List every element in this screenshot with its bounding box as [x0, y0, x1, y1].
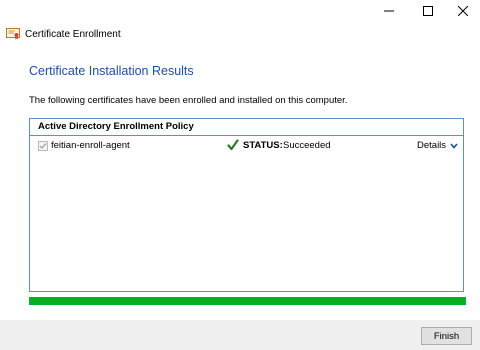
certificate-icon [6, 28, 20, 40]
certificate-row: feitian-enroll-agent STATUS: Succeeded D… [30, 136, 463, 156]
status-value: Succeeded [283, 140, 331, 151]
progress-fill [29, 297, 466, 305]
policy-header: Active Directory Enrollment Policy [30, 119, 463, 136]
details-toggle[interactable]: Details [417, 140, 458, 151]
close-button[interactable] [440, 0, 480, 22]
results-panel: Active Directory Enrollment Policy feiti… [29, 118, 464, 292]
progress-bar [29, 297, 466, 305]
minimize-icon [384, 10, 394, 12]
success-check-icon [227, 139, 239, 151]
certificate-checkbox[interactable] [38, 141, 48, 151]
details-label: Details [417, 140, 447, 151]
certificate-enrollment-window: Certificate Enrollment Certificate Insta… [0, 0, 480, 350]
window-title: Certificate Enrollment [25, 28, 121, 40]
close-icon [458, 6, 468, 16]
maximize-icon [423, 6, 433, 16]
footer-bar: Finish [0, 320, 480, 350]
status-label: STATUS: [243, 140, 283, 151]
page-title: Certificate Installation Results [29, 64, 194, 78]
chevron-down-icon [450, 142, 458, 149]
finish-button[interactable]: Finish [421, 327, 472, 345]
checkmark-icon [39, 143, 47, 149]
app-header: Certificate Enrollment [6, 27, 121, 41]
certificate-name: feitian-enroll-agent [51, 140, 130, 151]
page-description: The following certificates have been enr… [29, 95, 348, 106]
